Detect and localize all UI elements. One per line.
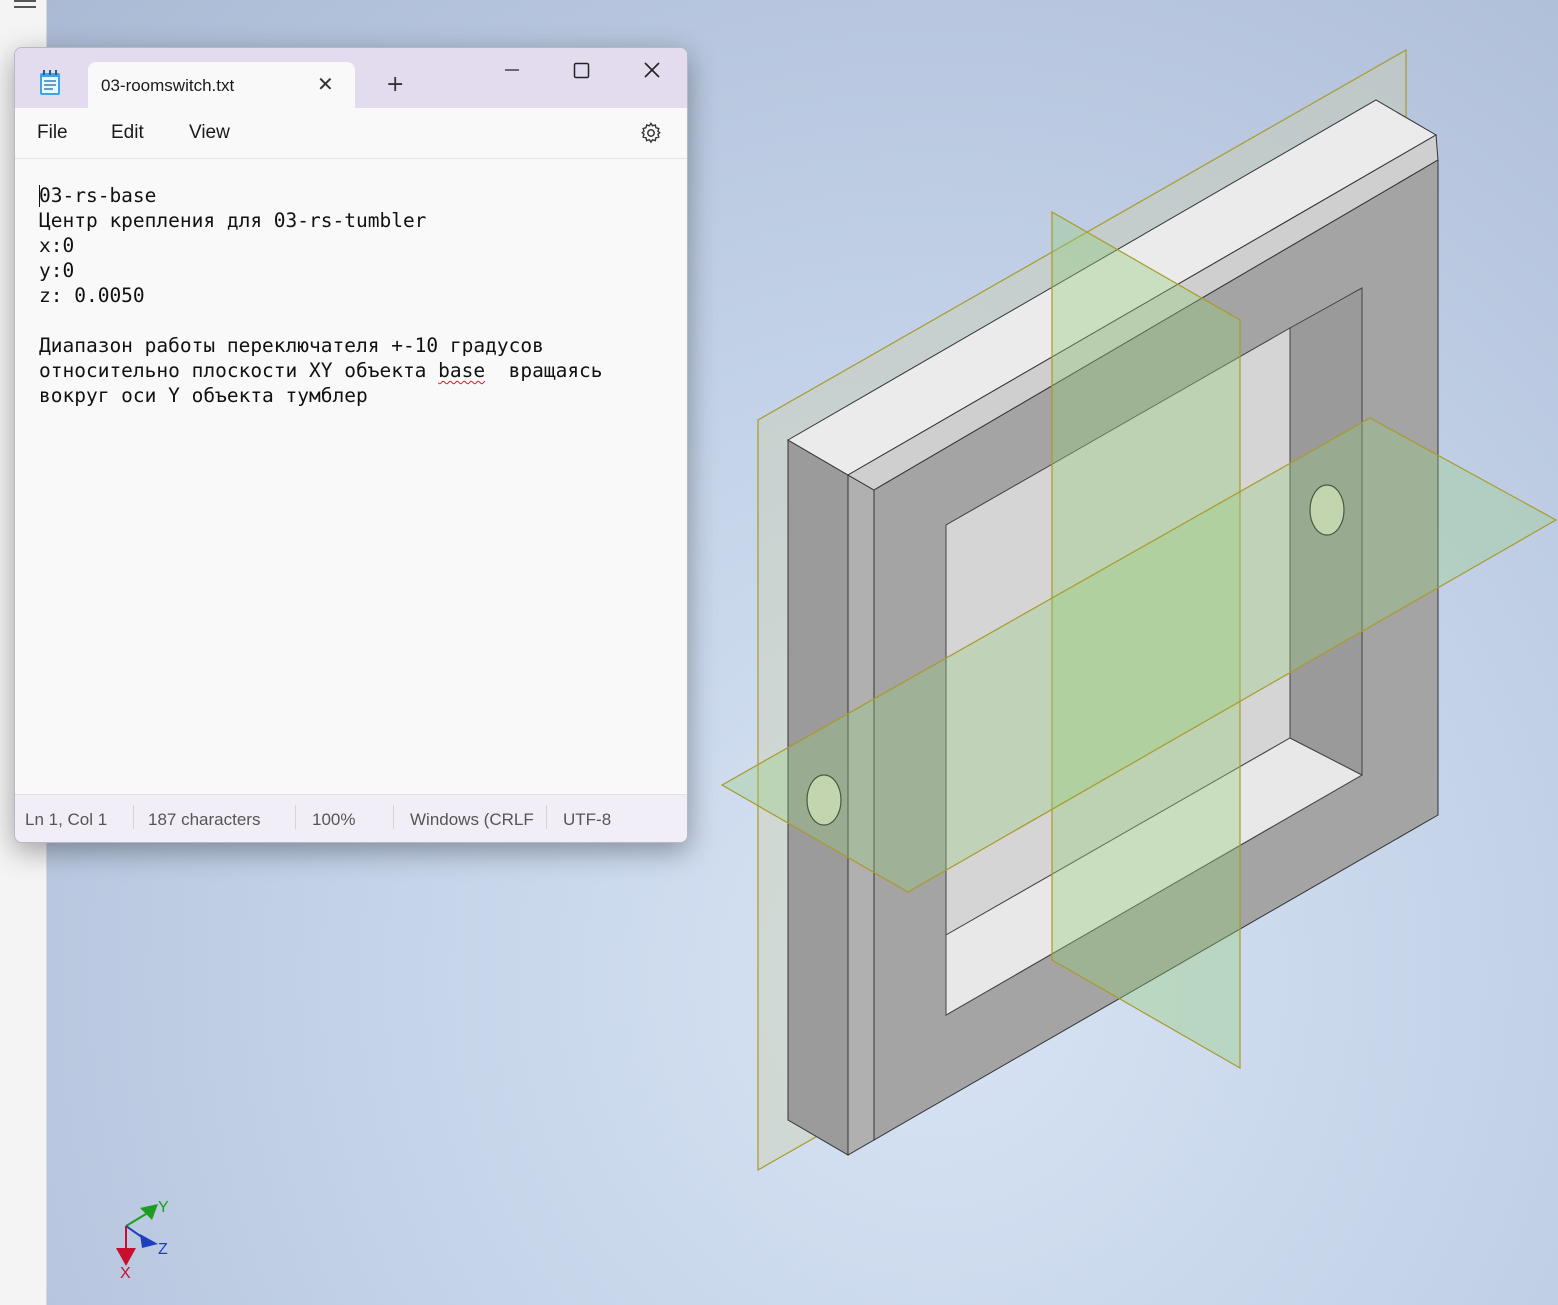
y-axis-label: Y	[158, 1199, 169, 1216]
text-segment: относительно плоскости XY объекта	[39, 359, 439, 382]
status-line-ending[interactable]: Windows (CRLF	[410, 810, 535, 830]
status-characters: 187 characters	[148, 810, 261, 829]
z-axis-cone-icon	[140, 1234, 158, 1248]
title-bar[interactable]: 03-roomswitch.txt ✕ +	[15, 48, 687, 108]
text-segment: вращаясь	[485, 359, 603, 382]
status-zoom[interactable]: 100%	[312, 810, 355, 830]
misspelled-word[interactable]: base	[438, 359, 485, 382]
menu-view[interactable]: View	[189, 122, 230, 144]
text-line: x:0	[39, 234, 75, 257]
gear-icon[interactable]	[639, 121, 663, 145]
text-line: z: 0.0050	[39, 284, 145, 307]
tab-close-icon[interactable]: ✕	[317, 74, 334, 94]
x-axis-label: X	[120, 1265, 131, 1280]
status-divider	[133, 805, 134, 829]
text-line: относительно плоскости XY объекта base в…	[39, 358, 603, 383]
notepad-icon	[40, 70, 60, 95]
close-window-button[interactable]	[629, 56, 675, 86]
text-line: вокруг оси Y объекта тумблер	[39, 384, 368, 407]
notepad-window[interactable]: 03-roomswitch.txt ✕ + File Edit View 03-…	[14, 47, 688, 843]
menu-edit[interactable]: Edit	[111, 122, 144, 144]
text-line: Диапазон работы переключателя +-10 граду…	[39, 334, 544, 357]
status-divider	[295, 805, 296, 829]
status-divider	[393, 805, 394, 829]
tab-title: 03-roomswitch.txt	[101, 76, 235, 95]
new-tab-button[interactable]: +	[386, 74, 404, 96]
status-divider	[546, 805, 547, 829]
text-editor[interactable]: 03-rs-base Центр крепления для 03-rs-tum…	[15, 159, 687, 793]
menu-file[interactable]: File	[37, 122, 68, 144]
y-axis-cone-icon	[140, 1204, 158, 1220]
status-bar: Ln 1, Col 1 187 characters 100% Windows …	[15, 794, 687, 842]
minimize-icon	[505, 69, 519, 71]
z-axis-label: Z	[158, 1241, 168, 1258]
text-line: y:0	[39, 259, 75, 282]
minimize-button[interactable]	[489, 56, 535, 86]
close-icon	[644, 62, 660, 78]
axis-triad[interactable]: Y Z X	[100, 1190, 190, 1280]
status-encoding[interactable]: UTF-8	[563, 810, 611, 830]
text-line: 03-rs-base	[39, 184, 157, 207]
menu-bar: File Edit View	[15, 108, 687, 159]
text-line: Центр крепления для 03-rs-tumbler	[39, 209, 427, 232]
maximize-icon	[573, 62, 590, 79]
status-position[interactable]: Ln 1, Col 1	[25, 810, 107, 830]
maximize-button[interactable]	[558, 56, 604, 86]
tab-active[interactable]: 03-roomswitch.txt ✕	[88, 62, 355, 108]
x-axis-cone-icon	[116, 1248, 136, 1266]
